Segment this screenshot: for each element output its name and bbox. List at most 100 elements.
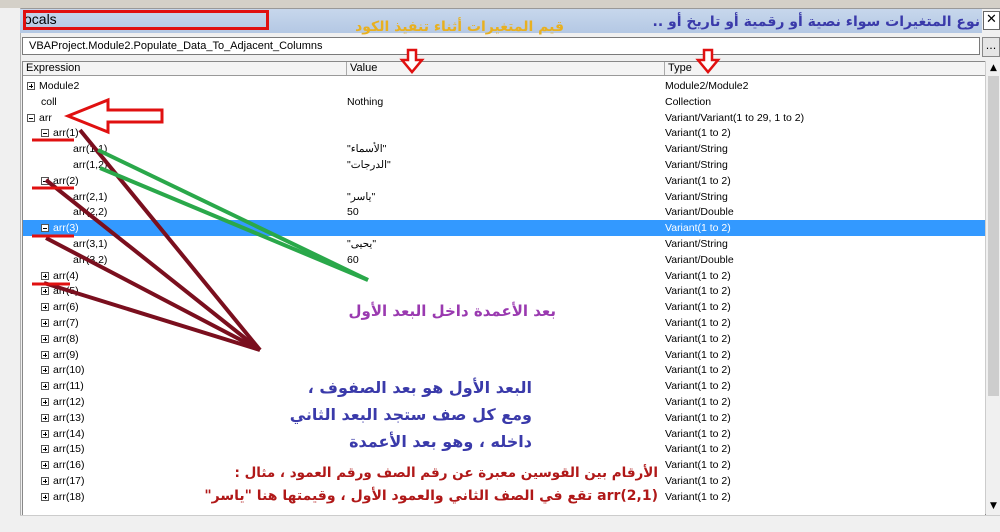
annotation-types: نوع المتغيرات سواء نصية أو رقمية أو تاري… [652, 14, 980, 30]
column-header-expression[interactable]: Expression [23, 62, 347, 75]
expand-icon[interactable] [41, 461, 49, 470]
table-row[interactable]: arr(2) Variant(1 to 2) [23, 173, 985, 189]
annotation-values: قيم المتغيرات أثناء تنفيذ الكود [355, 19, 564, 35]
table-row[interactable]: Module2 Module2/Module2 [23, 78, 985, 94]
table-row[interactable]: arr(1) Variant(1 to 2) [23, 125, 985, 141]
expand-icon[interactable] [41, 350, 49, 359]
scroll-thumb[interactable] [988, 76, 999, 396]
expand-icon[interactable] [41, 382, 49, 391]
scroll-up-icon[interactable]: ▲ [986, 61, 1000, 75]
row-expression: arr(10) [53, 364, 85, 377]
row-expression: arr(3,1) [73, 238, 108, 250]
row-expression: arr(14) [53, 427, 85, 440]
row-expression: Module2 [39, 80, 80, 92]
annotation-first-dim-2: ومع كل صف ستجد البعد الثاني [289, 405, 532, 424]
annotation-parens-note: الأرقام بين القوسين معبرة عن رقم الصف ور… [234, 465, 658, 481]
row-type: Variant(1 to 2) [665, 348, 731, 361]
table-row[interactable]: arr(9) Variant(1 to 2) [23, 347, 985, 363]
row-expression: arr(5) [53, 285, 79, 298]
row-value: "ياسر" [347, 190, 376, 203]
row-type: Variant/String [665, 143, 728, 156]
expand-icon[interactable] [41, 271, 49, 280]
expand-icon[interactable] [41, 287, 49, 296]
row-value: 60 [347, 253, 359, 266]
table-row[interactable]: arr(5) Variant(1 to 2) [23, 283, 985, 299]
left-gutter [0, 8, 21, 532]
title-highlight-box [23, 10, 269, 30]
row-type: Variant/String [665, 190, 728, 203]
table-row[interactable]: arr(2,2) 50 Variant/Double [23, 204, 985, 220]
collapse-icon[interactable] [41, 129, 49, 138]
annotation-first-dim-1: البعد الأول هو بعد الصفوف ، [307, 378, 532, 397]
row-value: 50 [347, 206, 359, 219]
row-type: Module2/Module2 [665, 80, 749, 92]
row-expression: arr(3) [53, 222, 79, 235]
row-expression: coll [41, 95, 57, 108]
row-type: Variant(1 to 2) [665, 427, 731, 440]
row-expression: arr(16) [53, 459, 85, 472]
row-expression: arr(2,1) [73, 190, 108, 203]
row-expression: arr(8) [53, 332, 79, 345]
expand-icon[interactable] [41, 398, 49, 406]
row-type: Variant/String [665, 159, 728, 171]
table-row[interactable]: arr(8) Variant(1 to 2) [23, 331, 985, 347]
top-strip [0, 0, 1000, 9]
scroll-down-icon[interactable]: ▼ [986, 499, 1000, 513]
expand-icon[interactable] [41, 492, 49, 501]
expand-icon[interactable] [41, 366, 49, 375]
row-expression: arr(13) [53, 411, 85, 424]
row-expression: arr(11) [53, 380, 84, 393]
table-row[interactable]: arr(2,1) "ياسر" Variant/String [23, 189, 985, 205]
row-type: Variant(1 to 2) [665, 364, 731, 377]
row-value: "الأسماء" [347, 143, 387, 156]
row-type: Variant(1 to 2) [665, 459, 731, 472]
call-stack-button[interactable]: ... [982, 37, 1000, 57]
table-row[interactable]: arr(1,2) "الدرجات" Variant/String [23, 157, 985, 173]
expand-icon[interactable] [41, 334, 49, 343]
expand-icon[interactable] [41, 477, 49, 485]
row-type: Variant(1 to 2) [665, 317, 731, 329]
row-expression: arr(1,1) [73, 143, 108, 156]
context-field: VBAProject.Module2.Populate_Data_To_Adja… [22, 37, 980, 55]
collapse-icon[interactable] [41, 176, 49, 185]
row-expression: arr(18) [53, 490, 85, 503]
table-row[interactable]: arr(1,1) "الأسماء" Variant/String [23, 141, 985, 157]
row-value: Nothing [347, 95, 384, 108]
row-expression: arr(1,2) [73, 159, 108, 171]
row-expression: arr(2,2) [73, 206, 108, 219]
row-expression: arr(3,2) [73, 253, 108, 266]
vertical-scrollbar[interactable]: ▲ ▼ [985, 61, 1000, 514]
annotation-first-dim-3: داخله ، وهو بعد الأعمدة [349, 432, 532, 451]
expand-icon[interactable] [27, 82, 35, 90]
locals-window: ocals ✕ VBAProject.Module2.Populate_Data… [0, 0, 1000, 532]
row-expression: arr(4) [53, 269, 79, 282]
table-row[interactable]: arr(4) Variant(1 to 2) [23, 268, 985, 284]
row-type: Variant(1 to 2) [665, 443, 731, 456]
collapse-icon[interactable] [27, 113, 35, 122]
grid-header: Expression Value Type [23, 62, 985, 76]
table-row[interactable]: arr Variant/Variant(1 to 29, 1 to 2) [23, 110, 985, 126]
row-type: Variant/Double [665, 253, 734, 266]
row-value: "الدرجات" [347, 159, 391, 171]
close-icon[interactable]: ✕ [983, 11, 1000, 30]
row-type: Variant(1 to 2) [665, 411, 731, 424]
table-row[interactable]: arr(3,2) 60 Variant/Double [23, 252, 985, 268]
row-expression: arr [39, 111, 52, 124]
row-type: Variant(1 to 2) [665, 396, 731, 408]
table-row[interactable]: arr(10) Variant(1 to 2) [23, 362, 985, 378]
row-type: Collection [665, 95, 712, 108]
column-header-value[interactable]: Value [347, 62, 665, 75]
collapse-icon[interactable] [41, 224, 49, 233]
expand-icon[interactable] [41, 429, 49, 438]
expand-icon[interactable] [41, 445, 49, 454]
table-row[interactable]: arr(3,1) "يحيى" Variant/String [23, 236, 985, 252]
table-row[interactable]: arr(3) Variant(1 to 2) [23, 220, 985, 237]
expand-icon[interactable] [41, 413, 49, 422]
row-type: Variant(1 to 2) [665, 285, 731, 298]
row-type: Variant(1 to 2) [665, 490, 731, 503]
expand-icon[interactable] [41, 319, 49, 327]
expand-icon[interactable] [41, 303, 49, 312]
horizontal-scrollbar[interactable] [20, 515, 1000, 532]
table-row[interactable]: coll Nothing Collection [23, 94, 985, 110]
column-header-type[interactable]: Type [665, 62, 985, 75]
